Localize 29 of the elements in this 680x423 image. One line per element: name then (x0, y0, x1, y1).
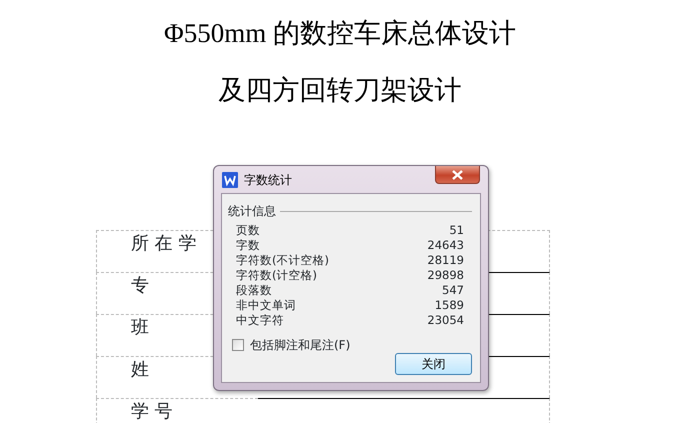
stat-value: 51 (449, 223, 464, 238)
app-icon (222, 172, 238, 188)
form-label: 班 (131, 317, 149, 338)
stat-value: 24643 (427, 238, 464, 253)
stat-value: 28119 (427, 253, 464, 268)
stat-label: 字数 (236, 238, 260, 253)
stat-label: 中文字符 (236, 313, 284, 328)
stat-label: 页数 (236, 223, 260, 238)
group-label: 统计信息 (228, 203, 276, 220)
form-label: 学 号 (131, 401, 173, 422)
form-label: 所 在 学 (131, 233, 196, 254)
checkbox[interactable] (232, 339, 244, 351)
document-title: Φ550mm 的数控车床总体设计 (164, 20, 516, 47)
form-label: 姓 (131, 359, 149, 380)
form-label: 专 (131, 275, 149, 296)
stat-label: 字符数(不计空格) (236, 253, 329, 268)
checkbox-label: 包括脚注和尾注(F) (250, 337, 350, 354)
stat-value: 23054 (427, 313, 464, 328)
close-icon (452, 170, 463, 180)
stat-value: 1589 (434, 298, 464, 313)
stat-value: 547 (442, 283, 464, 298)
close-button[interactable]: 关闭 (395, 353, 472, 375)
stat-value: 29898 (427, 268, 464, 283)
stat-label: 字符数(计空格) (236, 268, 317, 283)
dialog-title: 字数统计 (244, 172, 292, 188)
close-button[interactable] (435, 166, 480, 184)
stat-label: 段落数 (236, 283, 272, 298)
document-title: 及四方回转刀架设计 (218, 77, 462, 104)
stat-label: 非中文单词 (236, 298, 296, 313)
